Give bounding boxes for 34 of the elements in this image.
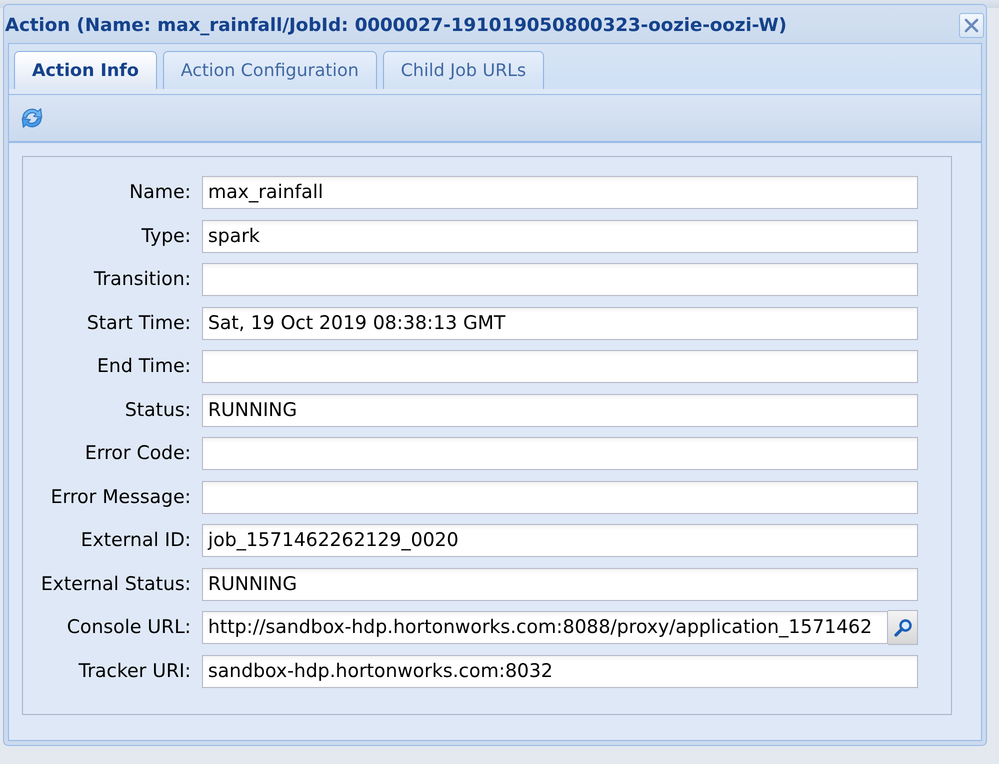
field-label: Console URL: — [66, 617, 191, 638]
text-field[interactable]: spark — [202, 220, 918, 252]
field-label: Transition: — [92, 269, 191, 290]
text-field[interactable]: max_rainfall — [202, 176, 918, 209]
field-label: End Time: — [96, 356, 191, 377]
field-label: Type: — [140, 226, 191, 246]
text-field[interactable]: http://sandbox-hdp.hortonworks.com:8088/proxy/application_1571462 — [202, 611, 888, 644]
refresh-icon — [19, 105, 45, 131]
close-button[interactable] — [959, 12, 984, 38]
refresh-button[interactable] — [19, 105, 45, 131]
tab[interactable]: Action Info — [14, 51, 157, 89]
text-field[interactable]: sandbox-hdp.hortonworks.com:8032 — [202, 654, 918, 688]
field-label: External Status: — [40, 574, 191, 594]
text-field[interactable]: Sat, 19 Oct 2019 08:38:13 GMT — [202, 306, 918, 340]
field-label: External ID: — [80, 530, 191, 551]
text-field[interactable] — [202, 437, 918, 470]
dialog-title: Action (Name: max_rainfall/JobId: 0000027-191019050800323-oozie-oozi-W) — [5, 14, 787, 36]
text-field[interactable] — [202, 480, 918, 514]
text-field[interactable] — [202, 263, 918, 296]
field-label: Start Time: — [86, 312, 191, 334]
field-label: Error Code: — [84, 443, 191, 464]
text-field[interactable]: RUNNING — [202, 568, 918, 600]
search-icon — [892, 618, 912, 638]
text-field[interactable]: RUNNING — [202, 394, 918, 426]
close-icon — [964, 18, 979, 32]
tab[interactable]: Action Configuration — [162, 51, 377, 89]
field-label: Name: — [128, 182, 191, 203]
tab[interactable]: Child Job URLs — [382, 51, 544, 89]
text-field[interactable]: job_1571462262129_0020 — [202, 524, 918, 557]
field-label: Tracker URI: — [78, 660, 191, 682]
text-field[interactable] — [202, 350, 918, 383]
search-button[interactable] — [888, 610, 918, 645]
field-label: Error Message: — [50, 486, 191, 508]
field-label: Status: — [124, 400, 191, 420]
